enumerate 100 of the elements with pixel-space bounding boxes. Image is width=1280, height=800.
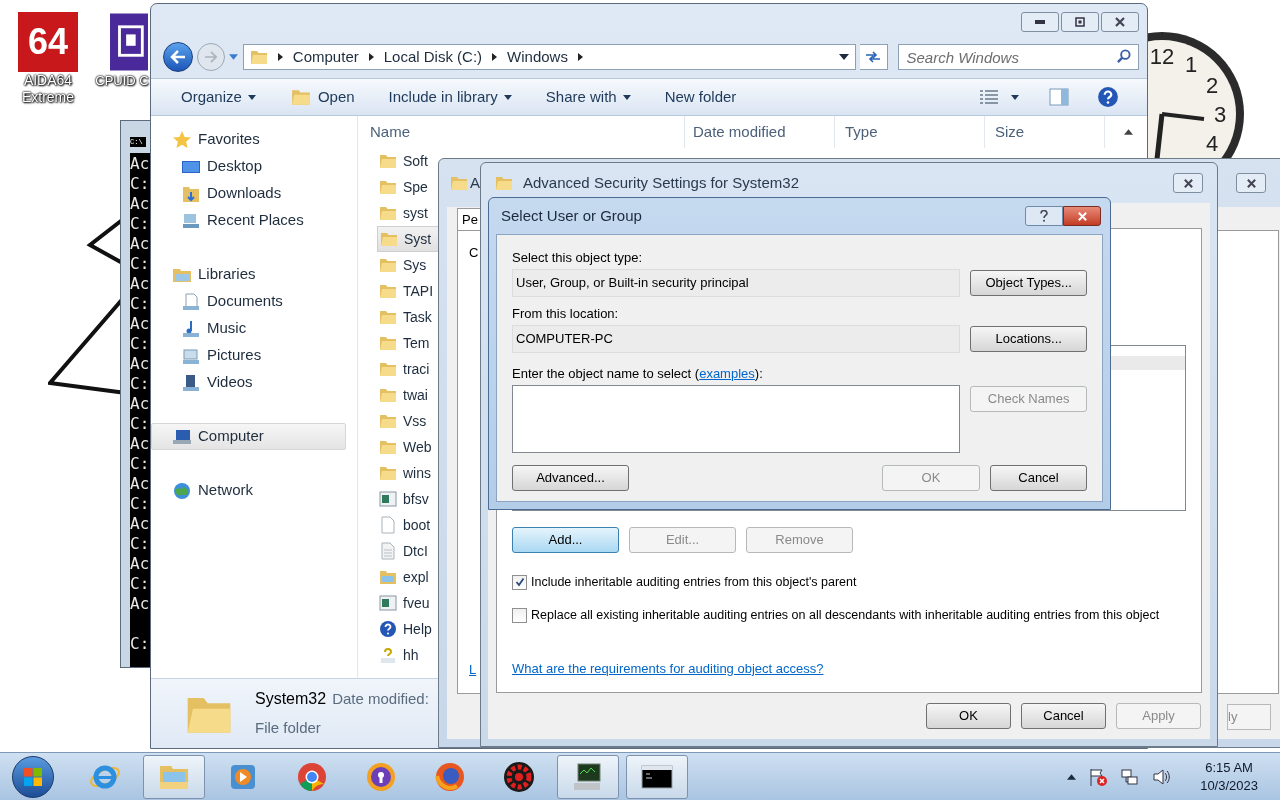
clock-date[interactable]: 10/3/2023 xyxy=(1200,776,1258,795)
view-options-button[interactable] xyxy=(979,89,1019,105)
toolbar-button[interactable]: Open xyxy=(289,85,355,109)
console-line: C: xyxy=(130,414,150,434)
nav-item[interactable]: Network xyxy=(151,477,346,504)
file-row[interactable]: traci xyxy=(377,356,439,382)
dialog-button[interactable]: Object Types... xyxy=(970,270,1087,296)
toolbar-button[interactable]: Include in library xyxy=(388,85,512,109)
speaker-icon[interactable] xyxy=(1152,766,1173,787)
chip-icon[interactable] xyxy=(110,12,148,72)
close-button[interactable] xyxy=(1173,173,1203,193)
history-dropdown[interactable] xyxy=(228,52,239,62)
details-label: Date modified: xyxy=(332,689,429,710)
close-button[interactable] xyxy=(1101,12,1139,32)
checkbox[interactable] xyxy=(512,574,527,590)
network-icon[interactable] xyxy=(1120,766,1141,787)
checkbox[interactable] xyxy=(512,607,527,623)
maximize-button[interactable] xyxy=(1061,12,1099,32)
file-row[interactable]: Web xyxy=(377,434,439,460)
start-button[interactable] xyxy=(12,755,54,798)
column-header[interactable]: Name xyxy=(358,116,685,148)
breadcrumb[interactable]: Computer xyxy=(292,45,359,69)
chevron-icon xyxy=(368,53,374,61)
refresh-icon xyxy=(865,50,882,64)
dialog-button[interactable]: Cancel xyxy=(1021,703,1106,729)
column-header[interactable]: Size xyxy=(985,116,1105,148)
file-row[interactable]: boot xyxy=(377,512,439,538)
nav-item[interactable]: Desktop xyxy=(151,153,346,180)
breadcrumb[interactable]: Local Disk (C:) xyxy=(383,45,483,69)
file-row[interactable]: Tem xyxy=(377,330,439,356)
help-file-icon xyxy=(379,646,397,664)
maximize-icon xyxy=(1075,17,1085,27)
dialog-button[interactable]: OK xyxy=(926,703,1011,729)
nav-item[interactable]: Music xyxy=(151,315,346,342)
help-link[interactable]: What are the requirements for auditing object access? xyxy=(512,658,824,678)
help-button[interactable] xyxy=(1025,206,1063,226)
program-icon xyxy=(379,594,397,612)
dialog-button[interactable]: Locations... xyxy=(970,326,1087,352)
toolbar-button[interactable]: Organize xyxy=(181,85,256,109)
close-button[interactable] xyxy=(1236,173,1266,193)
text-fragment: C xyxy=(469,244,479,262)
file-row[interactable]: Task xyxy=(377,304,439,330)
file-row[interactable]: expl xyxy=(377,564,439,590)
taskbar-button[interactable] xyxy=(557,754,619,799)
folder-icon xyxy=(379,412,397,430)
file-row[interactable]: Spe xyxy=(377,174,439,200)
dialog-button[interactable]: Add... xyxy=(512,527,619,553)
column-header[interactable]: Date modified xyxy=(685,116,835,148)
refresh-button[interactable] xyxy=(859,44,888,70)
help-button[interactable] xyxy=(1097,86,1119,108)
link[interactable]: L xyxy=(469,659,477,679)
examples-link[interactable]: examples xyxy=(699,366,755,381)
search-field[interactable]: Search Windows xyxy=(897,44,1139,70)
address-bar[interactable]: Computer Local Disk (C:) Windows xyxy=(242,44,856,70)
back-button[interactable] xyxy=(163,42,193,72)
file-row[interactable]: DtcI xyxy=(377,538,439,564)
nav-item[interactable]: Favorites xyxy=(151,126,346,153)
file-row[interactable]: wins xyxy=(377,460,439,486)
close-button[interactable] xyxy=(1063,206,1101,226)
dialog-button[interactable]: Advanced... xyxy=(512,465,629,491)
dialog-button[interactable]: Cancel xyxy=(990,465,1087,491)
left-arrow-icon xyxy=(169,50,186,64)
nav-item[interactable]: Documents xyxy=(151,288,346,315)
file-row[interactable]: Help xyxy=(377,616,439,642)
caret-icon xyxy=(622,94,631,100)
file-row[interactable]: fveu xyxy=(377,590,439,616)
file-row[interactable]: Vss xyxy=(377,408,439,434)
console-line: Ac xyxy=(130,354,150,374)
toolbar-button[interactable]: New folder xyxy=(664,85,737,109)
nav-item[interactable]: Libraries xyxy=(151,261,346,288)
folder-icon xyxy=(379,438,397,456)
file-row[interactable]: TAPI xyxy=(377,278,439,304)
nav-item[interactable]: Downloads xyxy=(151,180,346,207)
toolbar-button[interactable]: Share with xyxy=(545,85,631,109)
clock-time[interactable]: 6:15 AM xyxy=(1205,758,1253,777)
flag-icon[interactable] xyxy=(1088,766,1109,787)
file-row[interactable]: syst xyxy=(377,200,439,226)
nav-item[interactable]: Videos xyxy=(151,369,346,396)
console-line: C: xyxy=(130,294,150,314)
nav-item[interactable]: Pictures xyxy=(151,342,346,369)
column-header[interactable]: Type xyxy=(835,116,985,148)
app-icon[interactable]: 64 xyxy=(18,12,78,72)
file-row[interactable]: bfsv xyxy=(377,486,439,512)
file-row[interactable]: Sys xyxy=(377,252,439,278)
object-name-field[interactable] xyxy=(512,385,961,453)
file-row[interactable]: Syst xyxy=(377,226,439,252)
right-arrow-icon xyxy=(203,51,218,63)
file-row[interactable]: Soft xyxy=(377,148,439,174)
taskbar-button[interactable] xyxy=(626,754,688,799)
folder-icon xyxy=(379,204,397,222)
file-row[interactable]: twai xyxy=(377,382,439,408)
console-line: C: xyxy=(130,634,150,654)
show-hidden-icons-icon[interactable] xyxy=(1067,773,1077,780)
console-line: Ac xyxy=(130,594,150,614)
breadcrumb[interactable]: Windows xyxy=(507,45,568,69)
nav-item[interactable]: Recent Places xyxy=(151,207,346,234)
nav-item[interactable]: Computer xyxy=(151,423,346,450)
text-file-icon xyxy=(379,542,397,560)
file-row[interactable]: hh xyxy=(377,642,439,668)
minimize-button[interactable] xyxy=(1021,12,1059,32)
